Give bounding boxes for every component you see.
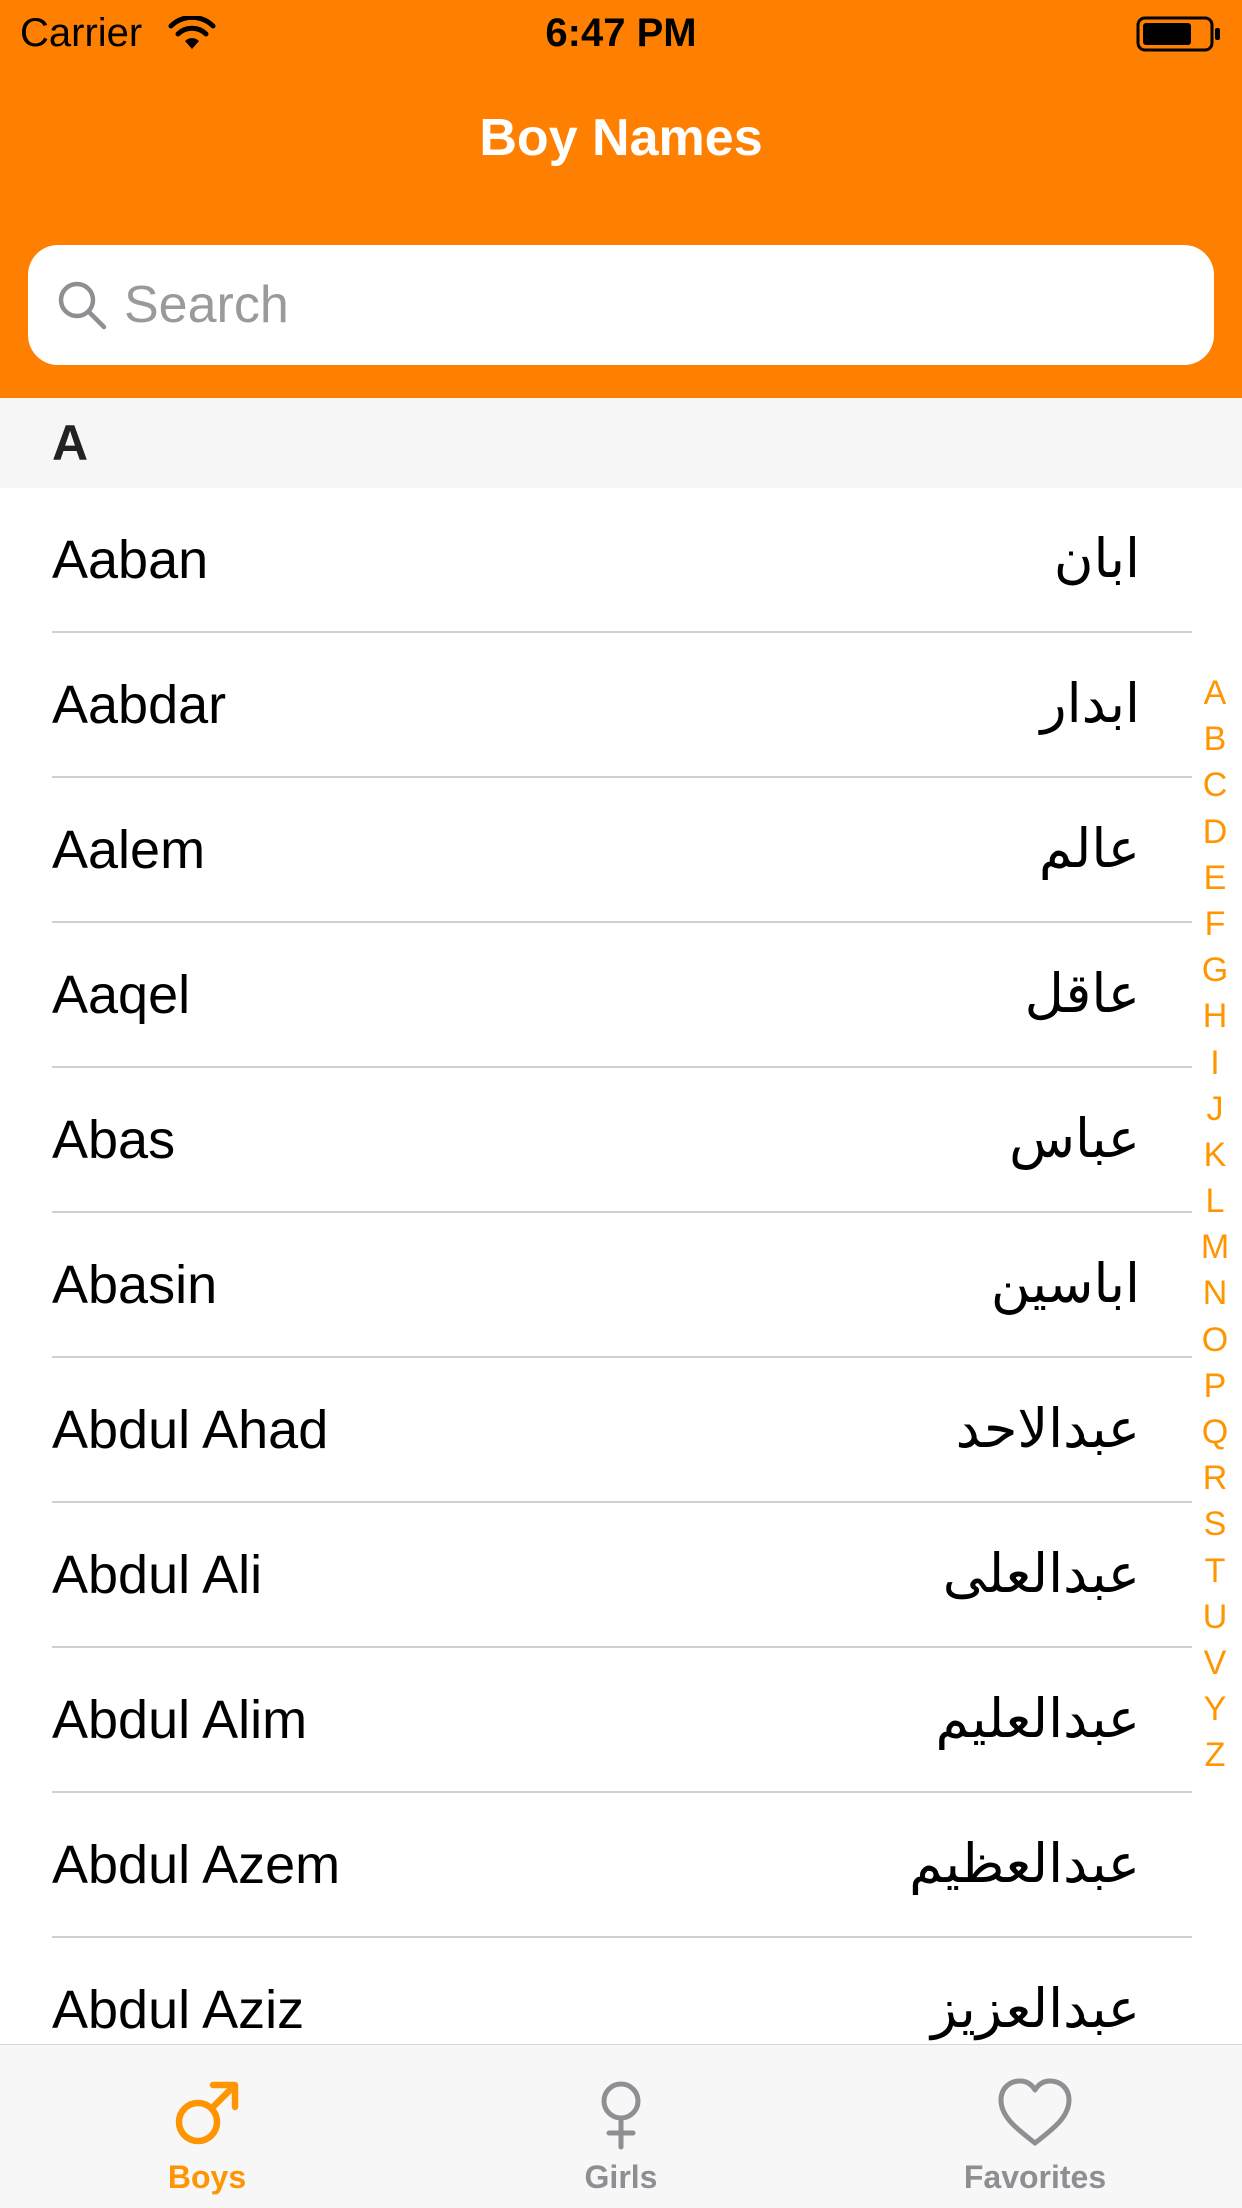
table-row[interactable]: Abdul Ali عبدالعلى [0, 1503, 1242, 1648]
status-time: 6:47 PM [545, 11, 697, 55]
index-letter-c[interactable]: C [1192, 762, 1238, 808]
index-letter-n[interactable]: N [1192, 1270, 1238, 1316]
tab-label: Boys [167, 2159, 247, 2195]
index-letter-g[interactable]: G [1192, 947, 1238, 993]
tab-bar: Boys Girls Favorites [0, 2044, 1242, 2208]
name-arabic: عبدالعظيم [909, 1832, 1140, 1895]
index-letter-u[interactable]: U [1192, 1594, 1238, 1640]
tab-boys[interactable]: Boys [0, 2045, 414, 2208]
index-letter-j[interactable]: J [1192, 1086, 1238, 1132]
battery-icon [1136, 16, 1220, 52]
index-letter-t[interactable]: T [1192, 1548, 1238, 1594]
header: Carrier 6:47 PM Boy Names [0, 0, 1242, 398]
table-row[interactable]: Aaqel عاقل [0, 923, 1242, 1068]
index-letter-m[interactable]: M [1192, 1224, 1238, 1270]
name-english: Aalem [52, 820, 206, 880]
name-english: Abdul Azem [52, 1835, 341, 1895]
screen: Carrier 6:47 PM Boy Names A [0, 0, 1242, 2208]
table-row[interactable]: Abdul Aziz عبدالعزيز [0, 1938, 1242, 2044]
index-letter-y[interactable]: Y [1192, 1686, 1238, 1732]
index-letter-o[interactable]: O [1192, 1317, 1238, 1363]
name-english: Abdul Alim [52, 1690, 308, 1750]
name-english: Abdul Aziz [52, 1980, 305, 2040]
name-arabic: عبدالعزيز [931, 1977, 1140, 2040]
index-letter-e[interactable]: E [1192, 855, 1238, 901]
female-symbol-icon [601, 2081, 641, 2150]
name-english: Aaqel [52, 965, 191, 1025]
tab-label: Favorites [963, 2159, 1107, 2195]
index-letter-r[interactable]: R [1192, 1455, 1238, 1501]
index-letter-s[interactable]: S [1192, 1501, 1238, 1547]
index-letter-d[interactable]: D [1192, 809, 1238, 855]
names-list[interactable]: Aaban ابان Aabdar ابدار Aalem عالم Aaqel… [0, 488, 1242, 2044]
index-letter-k[interactable]: K [1192, 1132, 1238, 1178]
male-symbol-icon [175, 2081, 239, 2145]
name-arabic: عاقل [1024, 962, 1140, 1025]
name-english: Abdul Ahad [52, 1400, 329, 1460]
name-english: Abasin [52, 1255, 218, 1315]
name-english: Aaban [52, 530, 209, 590]
section-header: A [0, 398, 1242, 488]
search-input[interactable] [124, 265, 1184, 345]
index-letter-i[interactable]: I [1192, 1040, 1238, 1086]
name-arabic: اباسين [990, 1252, 1140, 1315]
search-icon [58, 281, 107, 330]
name-arabic: ابدار [1040, 672, 1140, 735]
index-letter-h[interactable]: H [1192, 993, 1238, 1039]
heart-icon [998, 2078, 1072, 2146]
name-english: Aabdar [52, 675, 227, 735]
table-row[interactable]: Abdul Ahad عبدالاحد [0, 1358, 1242, 1503]
table-row[interactable]: Aaban ابان [0, 488, 1242, 633]
name-arabic: عباس [1009, 1107, 1140, 1170]
index-letter-z[interactable]: Z [1192, 1732, 1238, 1778]
index-letter-b[interactable]: B [1192, 716, 1238, 762]
table-row[interactable]: Abdul Azem عبدالعظيم [0, 1793, 1242, 1938]
index-letter-f[interactable]: F [1192, 901, 1238, 947]
search-bar[interactable] [28, 245, 1214, 365]
name-arabic: ابان [1053, 527, 1140, 590]
status-bar: Carrier 6:47 PM [0, 0, 1242, 66]
name-arabic: عبدالاحد [955, 1397, 1140, 1460]
tab-label: Girls [584, 2159, 658, 2195]
index-letter-q[interactable]: Q [1192, 1409, 1238, 1455]
table-row[interactable]: Abas عباس [0, 1068, 1242, 1213]
name-arabic: عبدالعليم [935, 1687, 1140, 1750]
tab-favorites[interactable]: Favorites [828, 2045, 1242, 2208]
index-letter-a[interactable]: A [1192, 670, 1238, 716]
index-letter-p[interactable]: P [1192, 1363, 1238, 1409]
table-row[interactable]: Aalem عالم [0, 778, 1242, 923]
name-arabic: عبدالعلى [942, 1542, 1140, 1605]
index-letter-v[interactable]: V [1192, 1640, 1238, 1686]
table-row[interactable]: Aabdar ابدار [0, 633, 1242, 778]
table-row[interactable]: Abasin اباسين [0, 1213, 1242, 1358]
tab-girls[interactable]: Girls [414, 2045, 828, 2208]
table-row[interactable]: Abdul Alim عبدالعليم [0, 1648, 1242, 1793]
name-arabic: عالم [1038, 817, 1140, 880]
page-title: Boy Names [479, 109, 763, 167]
index-letter-l[interactable]: L [1192, 1178, 1238, 1224]
section-header-label: A [52, 415, 89, 471]
name-english: Abdul Ali [52, 1545, 263, 1605]
name-english: Abas [52, 1110, 176, 1170]
section-index-bar[interactable]: A B C D E F G H I J K L M N O P Q R S T … [1192, 670, 1238, 1779]
